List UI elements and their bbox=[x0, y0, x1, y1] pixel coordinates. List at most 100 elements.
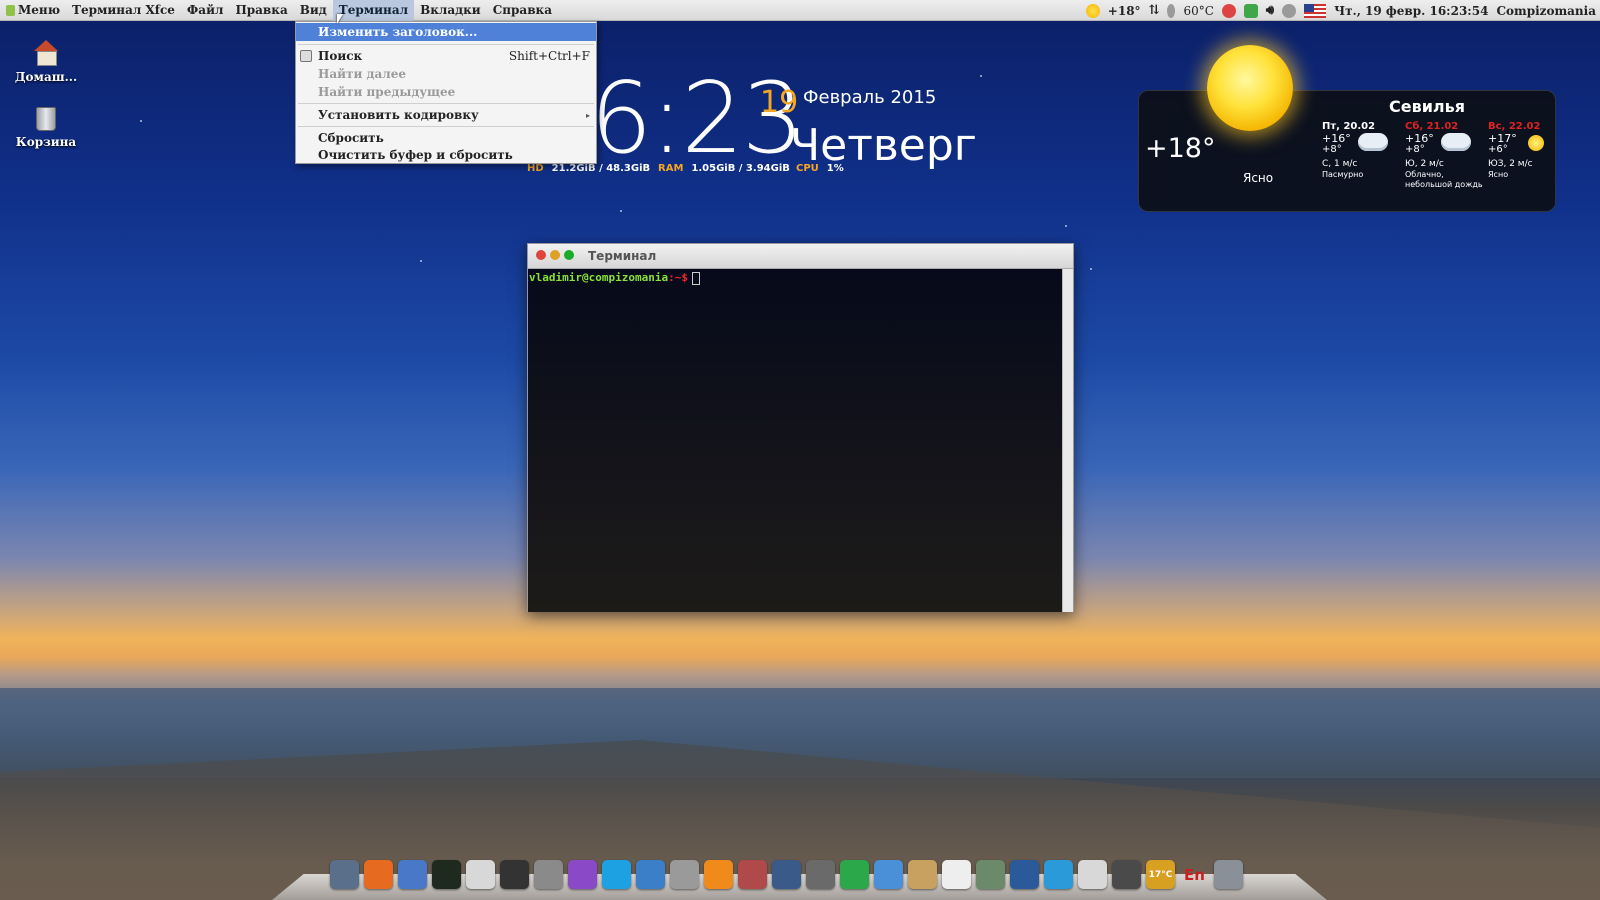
hd-info: HD 21.2GiB / 48.3GiB bbox=[527, 163, 650, 174]
forecast-wind: ЮЗ, 2 м/с bbox=[1488, 159, 1533, 169]
ram-info: RAM 1.05GiB / 3.94GiB bbox=[658, 163, 790, 174]
terminal-scrollbar[interactable] bbox=[1062, 269, 1073, 612]
tv-icon[interactable] bbox=[1044, 860, 1073, 889]
menu-item-reset[interactable]: Сбросить bbox=[296, 129, 596, 147]
steam-icon[interactable] bbox=[772, 860, 801, 889]
app-menu-label: Меню bbox=[18, 2, 61, 17]
star bbox=[420, 260, 422, 262]
menu-edit[interactable]: Правка bbox=[229, 0, 293, 21]
calculator-icon[interactable] bbox=[534, 860, 563, 889]
documents-icon[interactable] bbox=[874, 860, 903, 889]
minimize-button[interactable] bbox=[550, 250, 560, 260]
menu-separator bbox=[298, 44, 594, 45]
volume-icon[interactable]: 🔊︎ bbox=[1266, 3, 1274, 18]
menu-item-set-encoding[interactable]: Установить кодировку ▸ bbox=[296, 106, 596, 124]
menu-item-label: Изменить заголовок... bbox=[318, 25, 478, 39]
weather-tray-icon[interactable] bbox=[1085, 3, 1100, 18]
menu-item-label: Найти далее bbox=[318, 67, 407, 81]
menu-tabs[interactable]: Вкладки bbox=[414, 0, 487, 21]
graphics-icon[interactable] bbox=[568, 860, 597, 889]
terminal-icon[interactable] bbox=[432, 860, 461, 889]
keyboard-layout-icon[interactable]: En bbox=[1180, 860, 1209, 889]
virtualbox-icon[interactable] bbox=[1010, 860, 1039, 889]
camera-icon[interactable] bbox=[500, 860, 529, 889]
sun-icon bbox=[1528, 135, 1544, 151]
close-button[interactable] bbox=[536, 250, 546, 260]
menu-help[interactable]: Справка bbox=[487, 0, 558, 21]
cpu-value: 1% bbox=[826, 163, 844, 174]
star bbox=[1065, 225, 1067, 227]
thermometer-icon[interactable] bbox=[1167, 3, 1176, 18]
terminal-window[interactable]: Терминал vladimir@compizomania:~$ bbox=[527, 243, 1074, 612]
libreoffice-icon[interactable] bbox=[636, 860, 665, 889]
us-flag-icon[interactable] bbox=[1304, 3, 1327, 18]
desktop-icon-label: Домаш... bbox=[14, 70, 78, 84]
dock-trash-icon[interactable] bbox=[1214, 860, 1243, 889]
cards-game-icon[interactable] bbox=[942, 860, 971, 889]
desktop-home-folder[interactable]: Домаш... bbox=[11, 40, 81, 84]
menu-leaf-icon bbox=[6, 4, 15, 16]
desktop-trash[interactable]: Корзина bbox=[11, 107, 81, 149]
skype-icon[interactable] bbox=[602, 860, 631, 889]
submenu-arrow-icon: ▸ bbox=[585, 110, 590, 120]
app-switcher-icon[interactable] bbox=[330, 860, 359, 889]
forecast-condition: Пасмурно bbox=[1322, 170, 1364, 179]
security-icon[interactable] bbox=[1243, 3, 1258, 18]
cpu-label: CPU bbox=[796, 163, 819, 174]
cpu-info: CPU 1% bbox=[796, 163, 844, 174]
menu-item-label: Очистить буфер и сбросить bbox=[318, 148, 513, 162]
archive-icon[interactable] bbox=[908, 860, 937, 889]
menu-separator bbox=[298, 103, 594, 104]
menu-item-label: Найти предыдущее bbox=[318, 85, 456, 99]
weather-dock-icon[interactable]: 17°C bbox=[1146, 860, 1175, 889]
forecast-date: Пт, 20.02 bbox=[1322, 121, 1376, 132]
terminal-cursor bbox=[691, 271, 700, 285]
network-icon[interactable]: ⇅ bbox=[1149, 3, 1160, 18]
menu-terminal-xfce[interactable]: Терминал Xfce bbox=[66, 0, 181, 21]
terminal-menu-dropdown: Изменить заголовок... Поиск Shift+Ctrl+F… bbox=[295, 21, 597, 164]
tray-user[interactable]: Compizomania bbox=[1496, 4, 1596, 18]
menu-item-find[interactable]: Поиск Shift+Ctrl+F bbox=[296, 47, 596, 65]
indicator-icon[interactable] bbox=[1221, 3, 1236, 18]
forecast-date: Сб, 21.02 bbox=[1405, 121, 1459, 132]
app-menu-button[interactable]: Меню bbox=[0, 0, 66, 21]
music-player-icon[interactable] bbox=[670, 860, 699, 889]
menu-view[interactable]: Вид bbox=[294, 0, 333, 21]
tray-datetime[interactable]: Чт., 19 февр. 16:23:54 bbox=[1334, 4, 1488, 18]
star bbox=[620, 210, 622, 212]
terminal-output[interactable]: vladimir@compizomania:~$ bbox=[528, 269, 1063, 612]
menu-item-clear-and-reset[interactable]: Очистить буфер и сбросить bbox=[296, 146, 596, 164]
desktop-icon-label: Корзина bbox=[15, 135, 77, 149]
menu-item-shortcut: Shift+Ctrl+F bbox=[508, 49, 590, 63]
system-tray: +18° ⇅ 60°C 🔊︎ Чт., 19 февр. 16:23:54 Co… bbox=[1085, 0, 1600, 21]
rain-cloud-icon bbox=[1441, 133, 1471, 151]
weather-sun-icon bbox=[1207, 45, 1293, 131]
power-icon[interactable] bbox=[1112, 860, 1141, 889]
firefox-icon[interactable] bbox=[364, 860, 393, 889]
star bbox=[140, 120, 142, 122]
remote-desktop-icon[interactable] bbox=[976, 860, 1005, 889]
update-icon[interactable] bbox=[1282, 3, 1297, 18]
tray-weather-temp[interactable]: +18° bbox=[1108, 4, 1141, 18]
menu-item-set-title[interactable]: Изменить заголовок... bbox=[296, 23, 596, 41]
weather-widget: +18° Ясно Севилья Пт, 20.02 +16° +8° С, … bbox=[1138, 90, 1556, 212]
maximize-button[interactable] bbox=[564, 250, 574, 260]
menu-file[interactable]: Файл bbox=[181, 0, 230, 21]
forecast-day: Пт, 20.02 +16° +8° С, 1 м/с Пасмурно bbox=[1322, 121, 1406, 180]
terminal-titlebar[interactable]: Терминал bbox=[528, 244, 1073, 269]
forecast-wind: Ю, 2 м/с bbox=[1405, 159, 1444, 169]
hd-value: 21.2GiB / 48.3GiB bbox=[551, 163, 651, 174]
clock-day: 19 bbox=[760, 85, 799, 120]
settings-icon[interactable] bbox=[806, 860, 835, 889]
package-installer-icon[interactable] bbox=[738, 860, 767, 889]
image-viewer-icon[interactable] bbox=[1078, 860, 1107, 889]
text-editor-icon[interactable] bbox=[466, 860, 495, 889]
vlc-icon[interactable] bbox=[704, 860, 733, 889]
prompt-user: vladimir@compizomania bbox=[529, 271, 669, 284]
file-manager-icon[interactable] bbox=[398, 860, 427, 889]
tray-cpu-temp[interactable]: 60°C bbox=[1183, 4, 1213, 18]
weather-current-condition: Ясно bbox=[1243, 171, 1274, 185]
menu-terminal[interactable]: Терминал bbox=[332, 0, 415, 21]
weather-city: Севилья bbox=[1389, 97, 1466, 116]
update-manager-icon[interactable] bbox=[840, 860, 869, 889]
